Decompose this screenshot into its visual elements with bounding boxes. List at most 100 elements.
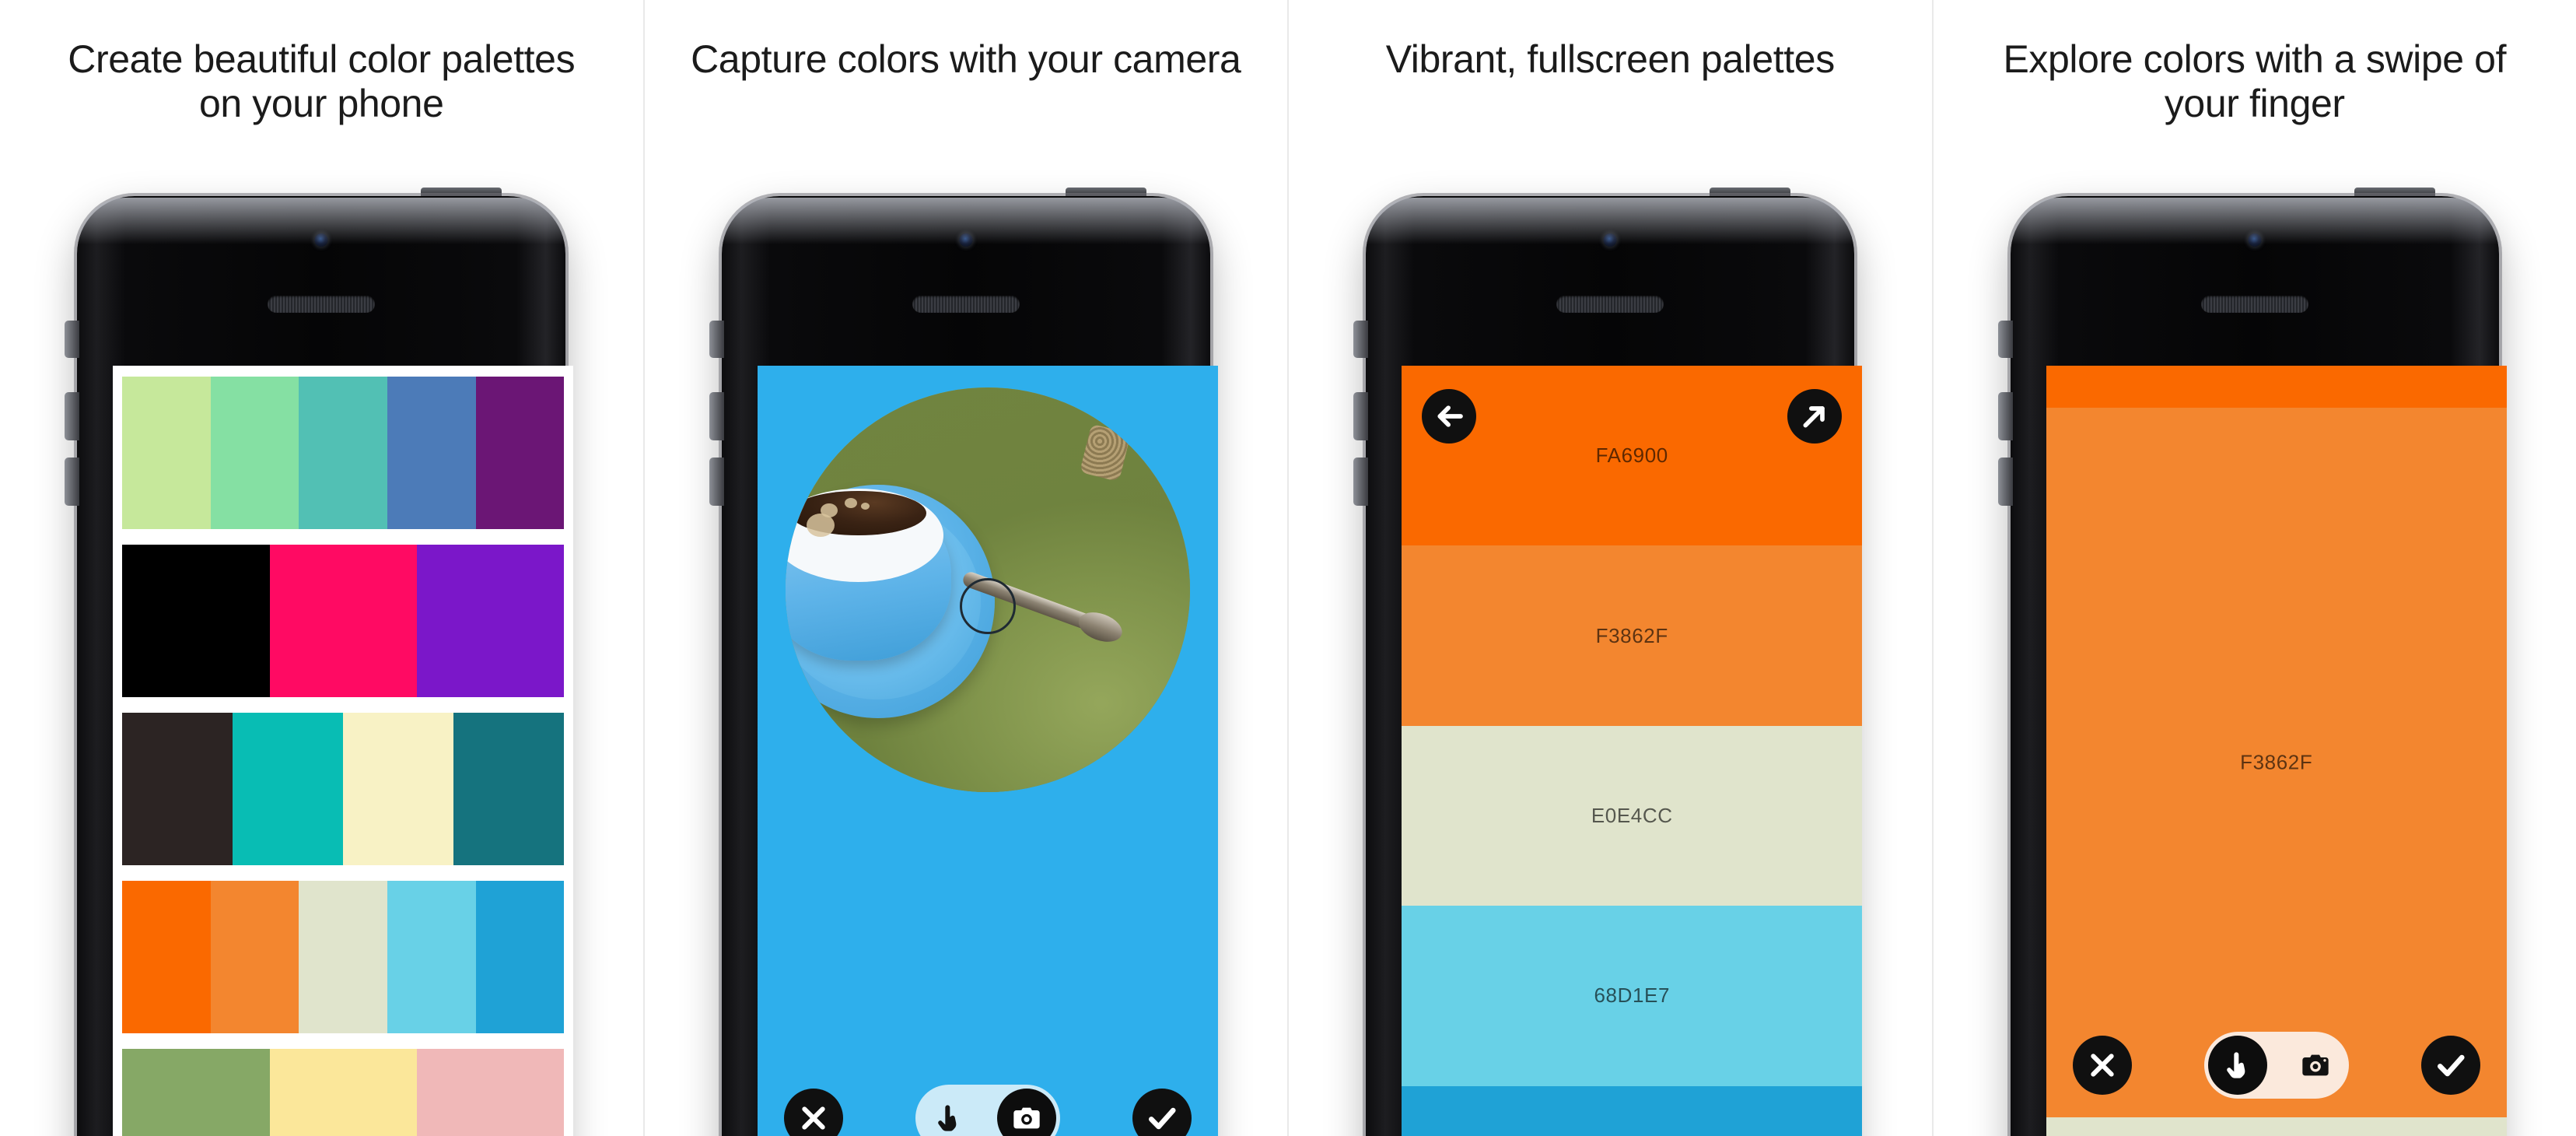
finger-pointer-icon xyxy=(2226,1052,2245,1078)
phone-device xyxy=(700,188,1232,1136)
volume-down-button[interactable] xyxy=(709,458,724,506)
panel-fullscreen-palette: Vibrant, fullscreen palettes FA6900 F3862… xyxy=(1289,0,1934,1136)
palette-swatch[interactable] xyxy=(475,881,565,1033)
cancel-button[interactable] xyxy=(783,1089,843,1136)
palette-swatch[interactable] xyxy=(233,713,344,865)
color-hex-label: F3862F xyxy=(1595,623,1668,647)
close-x-icon xyxy=(2091,1054,2114,1077)
front-camera-icon xyxy=(959,233,973,247)
phone-body: FA6900 F3862F E0E4CC 68D1E7 xyxy=(1366,196,1863,1136)
camera-icon xyxy=(1013,1107,1040,1129)
cancel-button[interactable] xyxy=(2072,1036,2132,1095)
finger-pointer-icon xyxy=(937,1105,957,1131)
fullscreen-palette[interactable]: FA6900 F3862F E0E4CC 68D1E7 xyxy=(1402,366,1863,1136)
palette-row[interactable] xyxy=(122,713,565,865)
confirm-button[interactable] xyxy=(2420,1036,2480,1095)
palette-swatch[interactable] xyxy=(416,545,565,697)
palette-swatch[interactable] xyxy=(210,881,299,1033)
panel-palette-list: Create beautiful color palettes on your … xyxy=(0,0,645,1136)
volume-up-button[interactable] xyxy=(1353,392,1369,440)
front-camera-icon xyxy=(1603,233,1617,247)
photo-bubble xyxy=(861,502,870,510)
silent-switch[interactable] xyxy=(1997,321,2013,358)
photo-bubble xyxy=(845,497,858,508)
palette-swatch[interactable] xyxy=(416,1049,565,1136)
top-color-strip[interactable] xyxy=(2046,366,2507,408)
checkmark-icon xyxy=(2437,1054,2465,1077)
silent-switch[interactable] xyxy=(709,321,724,358)
toggle-camera-option-active[interactable] xyxy=(996,1089,1056,1136)
palette-swatch[interactable] xyxy=(122,881,211,1033)
camera-control-bar xyxy=(758,1085,1218,1136)
camera-icon xyxy=(2302,1054,2329,1076)
palette-swatch[interactable] xyxy=(269,1049,417,1136)
phone-screen: F3862F xyxy=(2046,366,2507,1136)
volume-down-button[interactable] xyxy=(65,458,80,506)
phone-device xyxy=(55,188,587,1136)
silent-switch[interactable] xyxy=(1353,321,1369,358)
color-picker-reticle[interactable] xyxy=(959,577,1016,634)
color-hex-label: F3862F xyxy=(2240,750,2313,774)
earpiece-speaker-icon xyxy=(1556,296,1664,313)
bottom-color-strip[interactable] xyxy=(2046,1117,2507,1136)
silent-switch[interactable] xyxy=(65,321,80,358)
back-button[interactable] xyxy=(1422,389,1477,444)
palette-row[interactable] xyxy=(122,1049,565,1136)
palette-swatch[interactable] xyxy=(122,377,211,529)
palette-swatch[interactable] xyxy=(122,545,270,697)
color-hex-label: E0E4CC xyxy=(1591,803,1673,827)
phone-screen xyxy=(757,366,1218,1136)
palette-swatch[interactable] xyxy=(269,545,417,697)
palette-swatch[interactable] xyxy=(343,713,454,865)
camera-photo-preview[interactable] xyxy=(785,387,1190,792)
palette-stripe[interactable]: E0E4CC xyxy=(1402,725,1863,906)
palette-swatch[interactable] xyxy=(453,713,565,865)
share-button[interactable] xyxy=(1787,389,1843,444)
phone-body xyxy=(721,196,1218,1136)
toggle-finger-option-active[interactable] xyxy=(2207,1036,2267,1095)
palette-swatch[interactable] xyxy=(299,377,388,529)
palette-topbar xyxy=(1402,389,1862,444)
volume-down-button[interactable] xyxy=(1353,458,1369,506)
explore-control-bar xyxy=(2046,1032,2507,1099)
palette-stripe[interactable] xyxy=(1402,1085,1863,1136)
capture-mode-toggle[interactable] xyxy=(2203,1032,2349,1099)
confirm-button[interactable] xyxy=(1132,1089,1192,1136)
palette-swatch[interactable] xyxy=(475,377,565,529)
camera-viewfinder[interactable] xyxy=(757,366,1218,1136)
palette-swatch[interactable] xyxy=(122,713,233,865)
palette-row[interactable] xyxy=(122,377,565,529)
palette-swatch[interactable] xyxy=(387,881,476,1033)
volume-up-button[interactable] xyxy=(709,392,724,440)
toggle-finger-option[interactable] xyxy=(919,1089,978,1136)
panel-caption: Capture colors with your camera xyxy=(691,37,1241,81)
palette-list[interactable] xyxy=(113,366,574,1136)
single-color-view[interactable]: F3862F xyxy=(2046,366,2507,1136)
close-x-icon xyxy=(802,1106,825,1130)
palette-swatch[interactable] xyxy=(122,1049,270,1136)
panel-caption: Explore colors with a swipe of your fing… xyxy=(2003,37,2507,125)
toggle-camera-option[interactable] xyxy=(2286,1036,2345,1095)
color-hex-label: FA6900 xyxy=(1595,444,1668,468)
earpiece-speaker-icon xyxy=(912,296,1020,313)
phone-device: F3862F xyxy=(1989,188,2521,1136)
color-hex-label: 68D1E7 xyxy=(1594,983,1671,1008)
arrow-left-icon xyxy=(1437,405,1464,427)
checkmark-icon xyxy=(1148,1107,1176,1130)
palette-swatch[interactable] xyxy=(299,881,388,1033)
front-camera-icon xyxy=(2248,233,2262,247)
volume-down-button[interactable] xyxy=(1997,458,2013,506)
earpiece-speaker-icon xyxy=(268,296,376,313)
volume-up-button[interactable] xyxy=(1997,392,2013,440)
palette-row[interactable] xyxy=(122,881,565,1033)
palette-row[interactable] xyxy=(122,545,565,697)
palette-swatch[interactable] xyxy=(210,377,299,529)
main-color-area[interactable]: F3862F xyxy=(2046,408,2507,1117)
screenshot-gallery: Create beautiful color palettes on your … xyxy=(0,0,2576,1136)
phone-body: F3862F xyxy=(2010,196,2507,1136)
palette-swatch[interactable] xyxy=(387,377,476,529)
palette-stripe[interactable]: 68D1E7 xyxy=(1402,906,1863,1086)
palette-stripe[interactable]: F3862F xyxy=(1402,545,1863,726)
capture-mode-toggle[interactable] xyxy=(915,1085,1060,1136)
volume-up-button[interactable] xyxy=(65,392,80,440)
